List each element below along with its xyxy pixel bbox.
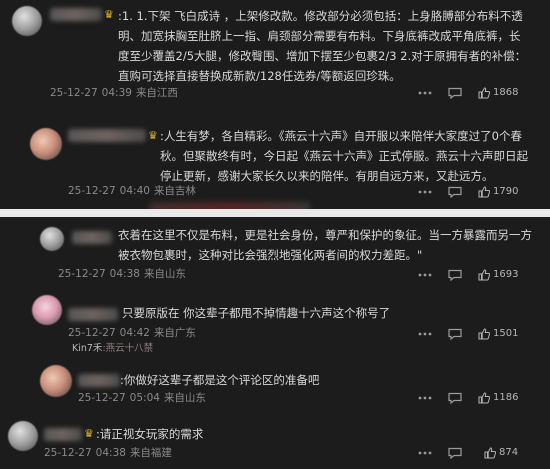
comment-time: 04:42: [119, 327, 150, 339]
reply-icon[interactable]: [448, 328, 462, 340]
avatar[interactable]: [40, 365, 72, 397]
like-count: 1868: [493, 87, 519, 98]
comment-location: 来自广东: [153, 327, 196, 339]
username[interactable]: [78, 374, 120, 387]
thumbs-up-icon: [478, 392, 490, 404]
comment-location: 来自山东: [163, 392, 206, 404]
thumbs-up-icon: [478, 269, 490, 281]
comment-panel-top: ♛ :1. 1.下架 飞白成诗 ，上架修改款。修改部分必须包括：上身胳膊部分布料…: [0, 0, 550, 209]
reply-text: :燕云十八禁: [102, 343, 154, 354]
like-button[interactable]: 1186: [478, 391, 518, 405]
like-count: 1501: [493, 328, 519, 339]
comment-location: 来自吉林: [153, 185, 196, 197]
more-icon[interactable]: [418, 392, 432, 404]
thumbs-up-icon: [478, 186, 490, 198]
avatar[interactable]: [12, 6, 42, 36]
comment-text: :人生有梦，各自精彩。《燕云十六声》自开服以来陪伴大家度过了0个春秋。但聚散终有…: [160, 129, 528, 183]
comment-meta: 25-12-27 04:38 来自山东: [58, 267, 190, 281]
comment-location: 来自江西: [135, 87, 178, 99]
comment-time: 04:40: [119, 185, 150, 197]
comment-text: 只要原版在 你这辈子都甩不掉情趣十六声这个称号了: [122, 306, 391, 320]
comment-time: 05:04: [129, 392, 160, 404]
like-button[interactable]: 874: [484, 446, 518, 460]
comment-text: :1. 1.下架 飞白成诗 ，上架修改款。修改部分必须包括：上身胳膊部分布料不透…: [118, 9, 527, 83]
reply-icon[interactable]: [448, 186, 462, 198]
comment-date: 25-12-27: [78, 392, 126, 404]
comment-date: 25-12-27: [44, 447, 92, 459]
comment-meta: 25-12-27 04:42 来自广东: [68, 326, 200, 340]
like-button[interactable]: 1790: [478, 185, 518, 199]
avatar[interactable]: [30, 128, 62, 160]
more-icon[interactable]: [418, 328, 432, 340]
avatar[interactable]: [32, 295, 62, 325]
more-icon[interactable]: [418, 186, 432, 198]
reply-icon[interactable]: [448, 392, 462, 404]
comment-date: 25-12-27: [58, 268, 106, 280]
like-count: 1186: [493, 392, 519, 403]
username[interactable]: [72, 231, 112, 244]
thumbs-up-icon: [478, 87, 490, 99]
crown-badge-icon: ♛: [148, 129, 158, 142]
like-button[interactable]: 1693: [478, 268, 518, 282]
crown-badge-icon: ♛: [84, 427, 94, 440]
comment-meta: 25-12-27 04:40 来自吉林: [68, 184, 200, 198]
comment-text: 衣着在这里不仅是布料，更是社会身份，尊严和保护的象征。当一方暴露而另一方被衣物包…: [118, 228, 532, 262]
username[interactable]: [68, 308, 118, 321]
comment-panel-bottom: 衣着在这里不仅是布料，更是社会身份，尊严和保护的象征。当一方暴露而另一方被衣物包…: [0, 217, 550, 469]
like-count: 1693: [493, 269, 519, 280]
reply-icon[interactable]: [448, 447, 462, 459]
reply-preview[interactable]: Kin7禾:燕云十八禁: [72, 343, 153, 355]
like-count: 1790: [493, 186, 519, 197]
like-button[interactable]: 1868: [478, 86, 518, 100]
comment-meta: 25-12-27 05:04 来自山东: [78, 391, 210, 405]
reply-icon[interactable]: [448, 87, 462, 99]
reply-icon[interactable]: [448, 269, 462, 281]
comment-location: 来自山东: [143, 268, 186, 280]
more-icon[interactable]: [418, 447, 432, 459]
username[interactable]: [68, 129, 146, 142]
avatar[interactable]: [40, 227, 64, 251]
comment-location: 来自福建: [129, 447, 172, 459]
more-icon[interactable]: [418, 269, 432, 281]
comment-date: 25-12-27: [68, 185, 116, 197]
comment-meta: 25-12-27 04:38 来自福建: [44, 446, 176, 460]
like-count: 874: [499, 447, 519, 458]
thumbs-up-icon: [484, 447, 496, 459]
comment-time: 04:39: [101, 87, 132, 99]
thumbs-up-icon: [478, 328, 490, 340]
comment-date: 25-12-27: [68, 327, 116, 339]
username[interactable]: [44, 428, 82, 441]
comment-text: :请正视女玩家的需求: [96, 427, 204, 441]
avatar[interactable]: [8, 421, 38, 451]
reply-username: Kin7禾: [72, 343, 103, 354]
cropped-next-comment: [150, 202, 310, 209]
comment-meta: 25-12-27 04:39 来自江西: [50, 86, 182, 100]
more-icon[interactable]: [418, 87, 432, 99]
comment-item: ♛ :1. 1.下架 飞白成诗 ，上架修改款。修改部分必须包括：上身胳膊部分布料…: [0, 0, 550, 105]
comment-date: 25-12-27: [50, 87, 98, 99]
comment-time: 04:38: [109, 268, 140, 280]
comment-time: 04:38: [95, 447, 126, 459]
username[interactable]: [50, 8, 102, 21]
crown-badge-icon: ♛: [104, 8, 114, 21]
like-button[interactable]: 1501: [478, 327, 518, 341]
comment-text: :你做好这辈子都是这个评论区的准备吧: [120, 373, 320, 387]
